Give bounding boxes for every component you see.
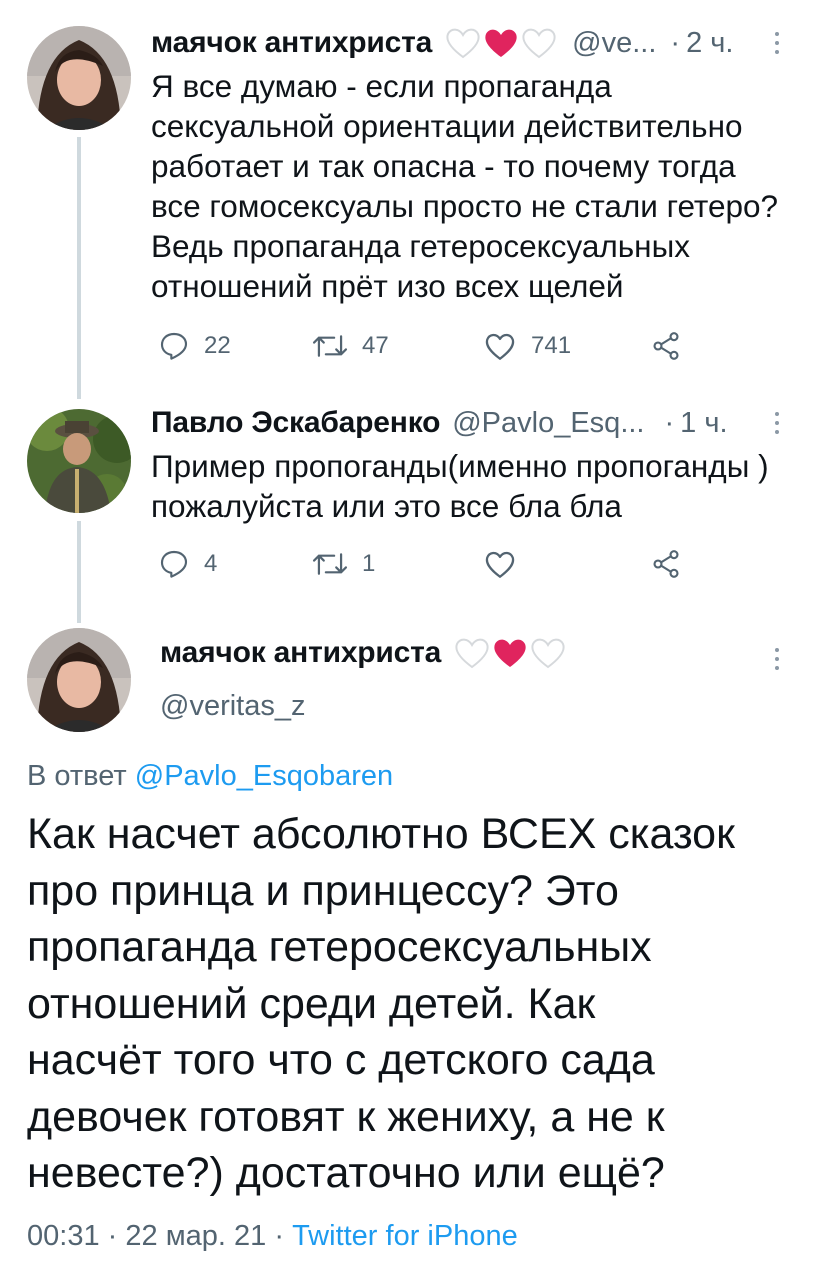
reply-button[interactable]: 22 <box>158 330 231 362</box>
tweet-date[interactable]: 22 мар. 21 <box>125 1220 266 1252</box>
reply-count: 4 <box>204 550 218 577</box>
display-name[interactable]: маячок антихриста <box>160 636 441 670</box>
separator: · <box>664 406 675 439</box>
retweet-icon <box>312 335 348 357</box>
share-icon <box>653 332 679 360</box>
tweet-time[interactable]: 00:31 <box>27 1220 100 1252</box>
text-line: Пример пропоганды(именно пропоганды ) <box>151 448 769 484</box>
reply-to-link[interactable]: @Pavlo_Esqobaren <box>135 760 393 792</box>
tweet-text: Как насчет абсолютно ВСЕХ сказок про при… <box>27 806 735 1202</box>
handle[interactable]: @ve... <box>572 27 656 60</box>
thread-line-1 <box>77 137 81 399</box>
white-heart-emoji <box>446 28 480 59</box>
more-icon[interactable] <box>774 32 780 59</box>
display-name[interactable]: маячок антихриста <box>151 26 432 60</box>
separator: · <box>107 1220 118 1252</box>
tweet-text: Я все думаю - если пропаганда сексуально… <box>151 66 778 306</box>
text-line: пожалуйста или это все бла бла <box>151 488 622 524</box>
more-icon[interactable] <box>774 648 780 675</box>
timestamp[interactable]: 1 ч. <box>680 407 727 440</box>
text-line: Ведь пропаганда гетеросексуальных <box>151 228 690 264</box>
avatar[interactable] <box>27 409 131 513</box>
like-button[interactable] <box>483 548 517 580</box>
text-line: Я все думаю - если пропаганда <box>151 68 612 104</box>
avatar[interactable] <box>27 628 131 732</box>
reply-prefix: В ответ <box>27 760 127 792</box>
thread-line-2 <box>77 521 81 623</box>
tweet-footer: 00:31 · 22 мар. 21 · Twitter for iPhone <box>27 1220 518 1253</box>
retweet-count: 47 <box>362 332 389 359</box>
reply-icon <box>160 332 188 360</box>
text-line: про принца и принцессу? Это <box>27 866 619 915</box>
text-line: Как насчет абсолютно ВСЕХ сказок <box>27 810 735 858</box>
client-link[interactable]: Twitter for iPhone <box>292 1220 518 1252</box>
white-heart-emoji <box>455 638 489 669</box>
separator: · <box>274 1220 284 1252</box>
heart-emojis <box>444 26 558 60</box>
red-heart-emoji <box>485 29 517 57</box>
text-line: все гомосексуалы просто не стали гетеро? <box>151 188 779 224</box>
text-line: отношений прёт изо всех щелей <box>151 268 624 304</box>
like-count: 741 <box>531 332 572 359</box>
timestamp[interactable]: 2 ч. <box>686 27 733 60</box>
like-icon <box>485 333 515 360</box>
text-line: насчёт того что с детского сада <box>27 1036 655 1084</box>
retweet-button[interactable]: 1 <box>312 548 375 580</box>
tweet-text: Пример пропоганды(именно пропоганды ) по… <box>151 446 769 526</box>
text-line: работает и так опасна - то почему тогда <box>151 148 736 184</box>
reply-context: В ответ @Pavlo_Esqobaren <box>27 760 393 793</box>
display-name[interactable]: Павло Эскабаренко <box>151 406 440 440</box>
like-icon <box>485 551 515 578</box>
share-icon <box>653 550 679 578</box>
text-line: девочек готовят к жениху, а не к <box>27 1092 665 1141</box>
share-button[interactable] <box>650 548 682 580</box>
retweet-icon <box>312 553 348 575</box>
retweet-count: 1 <box>362 550 376 577</box>
separator: · <box>670 26 681 59</box>
handle[interactable]: @Pavlo_Esq... <box>452 407 644 440</box>
white-heart-emoji <box>522 28 556 59</box>
reply-count: 22 <box>204 332 231 359</box>
share-button[interactable] <box>650 330 682 362</box>
like-button[interactable]: 741 <box>483 330 571 362</box>
text-line: невесте?) достаточно или ещё? <box>27 1149 665 1197</box>
text-line: сексуальной ориентации действительно <box>151 108 743 144</box>
reply-button[interactable]: 4 <box>158 548 217 580</box>
heart-emojis <box>453 636 567 670</box>
text-line: пропаганда гетеросексуальных <box>27 923 652 971</box>
white-heart-emoji <box>531 638 565 669</box>
handle[interactable]: @veritas_z <box>160 690 305 723</box>
reply-icon <box>160 550 188 578</box>
retweet-button[interactable]: 47 <box>312 330 389 362</box>
avatar[interactable] <box>27 26 131 130</box>
text-line: отношений среди детей. Как <box>27 979 596 1028</box>
more-icon[interactable] <box>774 412 780 439</box>
red-heart-emoji <box>494 639 526 667</box>
